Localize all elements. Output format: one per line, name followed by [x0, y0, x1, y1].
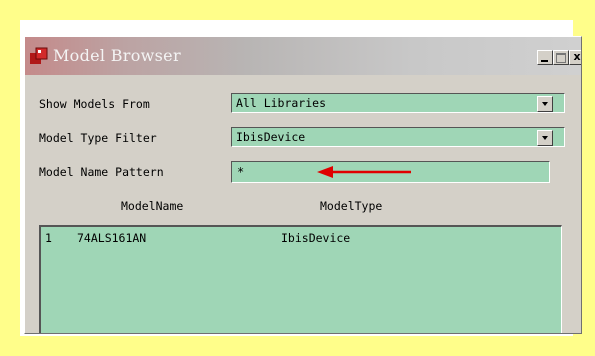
- minimize-icon: [541, 60, 548, 62]
- model-type-cell: IbisDevice: [281, 231, 351, 245]
- model-type-filter-select[interactable]: IbisDevice: [231, 127, 565, 147]
- maximize-icon: [556, 53, 566, 63]
- close-icon: x: [573, 50, 581, 63]
- model-type-filter-label: Model Type Filter: [39, 131, 157, 145]
- models-list[interactable]: 1 74ALS161AN IbisDevice: [39, 225, 562, 333]
- model-name-pattern-label: Model Name Pattern: [39, 165, 164, 179]
- column-header-modelname[interactable]: ModelName: [121, 199, 183, 213]
- annotation-arrow: [317, 166, 411, 178]
- close-button[interactable]: x: [569, 50, 581, 65]
- table-row[interactable]: 1 74ALS161AN IbisDevice: [41, 231, 561, 247]
- minimize-button[interactable]: [537, 50, 553, 65]
- app-icon: [30, 47, 48, 64]
- column-header-modeltype[interactable]: ModelType: [320, 199, 382, 213]
- row-index: 1: [45, 231, 52, 245]
- window-title: Model Browser: [53, 46, 181, 65]
- dropdown-arrow-icon[interactable]: [537, 130, 553, 146]
- slide-background: Model Browser x Show Models From All Lib…: [0, 0, 595, 356]
- maximize-button[interactable]: [553, 50, 569, 65]
- title-bar[interactable]: Model Browser x: [25, 37, 581, 75]
- dropdown-arrow-icon[interactable]: [537, 96, 553, 112]
- show-models-from-select[interactable]: All Libraries: [231, 93, 565, 113]
- model-browser-window: Model Browser x Show Models From All Lib…: [24, 36, 582, 334]
- model-name-cell: 74ALS161AN: [77, 231, 147, 245]
- show-models-from-label: Show Models From: [39, 97, 150, 111]
